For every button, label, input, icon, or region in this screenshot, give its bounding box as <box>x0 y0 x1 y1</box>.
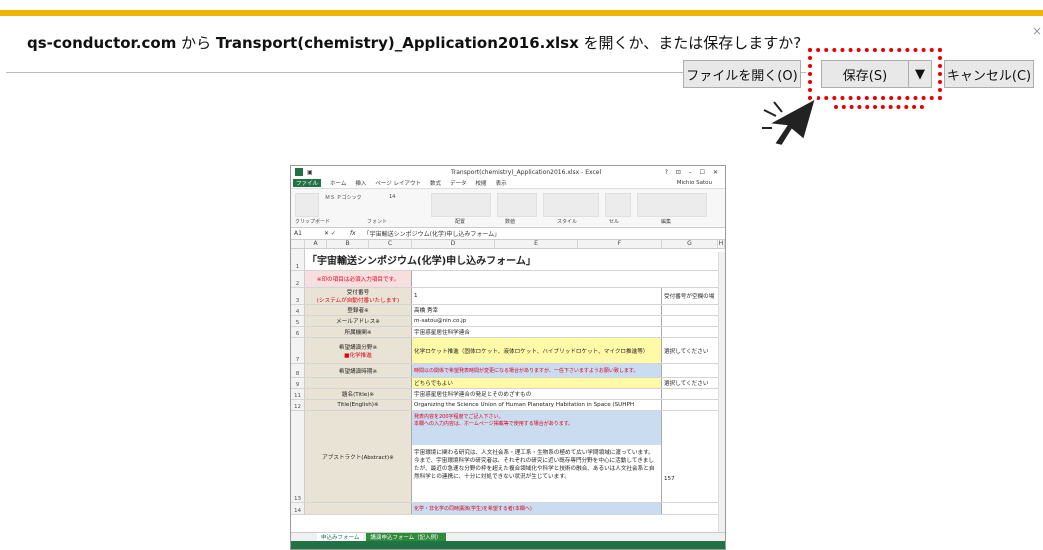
column-headers: A B C D E F G H <box>291 240 725 249</box>
sheet-tabs: 申込みフォーム 講演申込フォーム（記入例） <box>291 532 725 542</box>
alignment-group <box>431 193 491 217</box>
cell-reference: A1 <box>294 230 302 237</box>
group-editing: 編集 <box>661 219 672 225</box>
table-row: 1 「宇宙輸送シンポジウム(化学)申し込みフォーム」 <box>291 249 725 271</box>
table-row: 9 どちらでもよい 選択してください <box>291 378 725 389</box>
group-font: フォント <box>367 219 388 225</box>
pointer-cursor-icon <box>762 96 818 148</box>
cells-group <box>605 193 631 217</box>
group-cells: セル <box>609 219 620 225</box>
table-row: 3 受付番号 (システムが自動付番いたします) 1 受付番号が空欄の場 <box>291 288 725 305</box>
table-row: 12 Title(English)※ Organizing the Scienc… <box>291 400 725 411</box>
cancel-check-icons: ✕ ✓ <box>324 230 336 237</box>
col-c: C <box>369 240 412 248</box>
table-row: 14 化学・非化学の同時講演(学生)を希望する者(本欄へ) <box>291 503 725 515</box>
question-text: を開くか、または保存しますか? <box>578 34 802 52</box>
sheet-grid: 1 「宇宙輸送シンポジウム(化学)申し込みフォーム」 2 ※印の項目は必須入力項… <box>291 249 725 515</box>
table-row: 6 所属機関※ 宇宙惑星居住科学連合 <box>291 327 725 338</box>
tab-file: ファイル <box>293 179 322 187</box>
tab-review: 校閲 <box>475 181 487 187</box>
editing-group <box>637 193 707 217</box>
styles-group <box>543 193 599 217</box>
col-a: A <box>305 240 327 248</box>
col-g: G <box>662 240 718 248</box>
receipt-number: 1 <box>412 288 662 304</box>
col-f: F <box>578 240 662 248</box>
formula-content: 「宇宙輸送シンポジウム(化学)申し込みフォーム」 <box>363 231 501 238</box>
site-name: qs-conductor.com <box>27 34 177 52</box>
group-number: 数値 <box>505 219 516 225</box>
save-icon: ▣ <box>307 168 313 176</box>
tab-insert: 挿入 <box>355 181 367 187</box>
excel-titlebar: ▣ Transport(chemistry)_Application2016.x… <box>291 166 725 178</box>
group-styles: スタイル <box>557 219 578 225</box>
save-highlight-underline <box>834 105 924 109</box>
col-h: H <box>718 240 725 248</box>
status-bar <box>291 541 725 549</box>
excel-window-preview: ▣ Transport(chemistry)_Application2016.x… <box>290 165 726 550</box>
file-name: Transport(chemistry)_Application2016.xls… <box>215 34 579 52</box>
col-d: D <box>412 240 495 248</box>
number-group <box>497 193 537 217</box>
excel-icon <box>295 168 303 176</box>
font-name: ＭＳ Ｐゴシック <box>325 195 362 201</box>
col-e: E <box>495 240 578 248</box>
table-row: 11 題名(Title)※ 宇宙惑星居住科学連合の発足とそのめざすもの <box>291 389 725 400</box>
col-b: B <box>327 240 369 248</box>
group-alignment: 配置 <box>455 219 466 225</box>
from-text: から <box>176 34 216 52</box>
user-name: Michio Satou <box>676 180 712 186</box>
form-title: 「宇宙輸送シンポジウム(化学)申し込みフォーム」 <box>307 256 536 267</box>
table-row: 4 登録者※ 高橋 秀幸 <box>291 305 725 316</box>
font-size: 14 <box>389 194 396 200</box>
tab-data: データ <box>450 181 467 187</box>
excel-window-title: Transport(chemistry)_Application2016.xls… <box>451 168 602 176</box>
receipt-label: 受付番号 (システムが自動付番いたします) <box>305 288 412 304</box>
ribbon: ＭＳ Ｐゴシック 14 クリップボード フォント 配置 数値 スタイル セル 編… <box>291 188 725 228</box>
table-row: 7 希望講演分野※ ■化学推進 化学ロケット推進（固体ロケット、液体ロケット、ハ… <box>291 338 725 364</box>
fx-icon: fx <box>349 230 356 237</box>
required-note: ※印の項目は必須入力項目です。 <box>305 271 412 287</box>
receipt-note: 受付番号が空欄の場 <box>664 294 715 300</box>
open-file-button[interactable]: ファイルを開く(O) <box>683 60 801 88</box>
paste-icon <box>295 193 319 217</box>
sheet-tab-example: 講演申込フォーム（記入例） <box>366 533 446 541</box>
table-row: 5 メールアドレス※ m-satou@nin.co.jp <box>291 316 725 327</box>
formula-bar: A1 ✕ ✓ fx 「宇宙輸送シンポジウム(化学)申し込みフォーム」 <box>291 228 725 240</box>
tab-page-layout: ページ レイアウト <box>375 181 422 187</box>
tab-home: ホーム <box>330 181 347 187</box>
tab-view: 表示 <box>495 181 507 187</box>
table-row: 2 ※印の項目は必須入力項目です。 <box>291 271 725 288</box>
group-clipboard: クリップボード <box>295 219 331 225</box>
window-controls: ? ⊡ – ☐ ✕ <box>664 168 721 176</box>
save-highlight-box <box>808 48 942 100</box>
table-row: 13 アブストラクト(Abstract)※ 発表内容を200字程度でご記入下さい… <box>291 411 725 503</box>
tab-formulas: 数式 <box>430 181 442 187</box>
ribbon-tabs: ファイル ホーム 挿入 ページ レイアウト 数式 データ 校閲 表示 Michi… <box>291 178 725 188</box>
table-row: 8 希望講演時期※ 時間以の関係で希望発表時間が変更になる場合がありますが、一任… <box>291 364 725 378</box>
vertical-scrollbar <box>718 252 725 532</box>
notification-accent-bar <box>0 10 1043 16</box>
cancel-button[interactable]: キャンセル(C) <box>944 60 1034 88</box>
download-prompt: qs-conductor.com から Transport(chemistry)… <box>27 32 801 53</box>
close-icon[interactable]: × <box>1032 24 1042 38</box>
